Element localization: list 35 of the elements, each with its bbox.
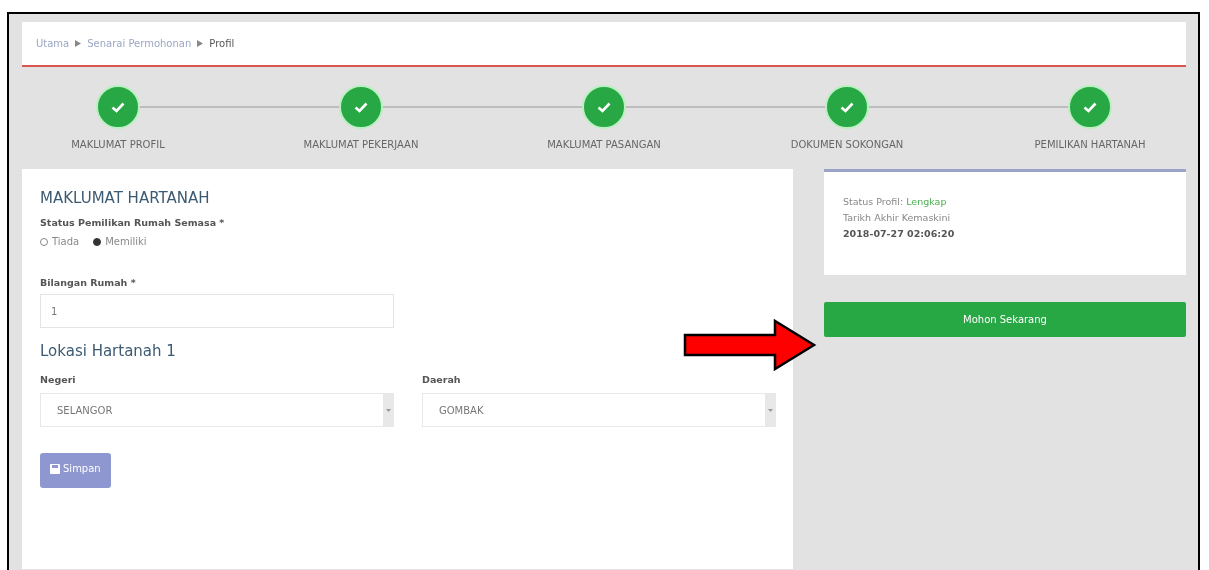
apply-button[interactable]: Mohon Sekarang [824,302,1186,337]
section-subtitle: Lokasi Hartanah 1 [40,342,176,360]
check-icon [1083,101,1097,113]
date-value: 2018-07-27 02:06:20 [843,228,956,239]
breadcrumb-link[interactable]: Profil [209,38,235,49]
house-count-field[interactable]: 1 [40,294,394,328]
select-field[interactable]: SELANGOR [40,393,394,427]
step-label: DOKUMEN SOKONGAN [790,139,904,150]
field-label: Daerah [422,374,462,385]
radio-label[interactable]: Tiada [52,236,80,247]
field-label: Negeri [40,374,77,385]
step-label: MAKLUMAT PASANGAN [547,139,661,150]
caret-icon [385,408,391,412]
date-label: Tarikh Akhir Kemaskini [843,212,952,223]
step-label: MAKLUMAT PROFIL [71,139,165,150]
check-icon [111,101,125,113]
check-icon [354,101,368,113]
check-icon [840,101,854,113]
select-field[interactable]: GOMBAK [422,393,776,427]
chevron-icon [197,40,204,47]
field-label: Bilangan Rumah * [40,277,136,288]
field-label: Status Pemilikan Rumah Semasa * [40,217,225,228]
check-icon [597,101,611,113]
section-title: MAKLUMAT HARTANAH [40,189,210,207]
breadcrumb-link[interactable]: Utama [36,38,70,49]
radio-button[interactable] [93,237,102,246]
step-label: MAKLUMAT PEKERJAAN [303,139,419,150]
save-button[interactable]: Simpan [40,453,111,488]
step-label: PEMILIKAN HARTANAH [1034,139,1146,150]
save-icon [50,463,60,474]
caret-icon [767,408,773,412]
profile-status-text: Status Profil: Lengkap [843,196,948,207]
chevron-icon [75,40,82,47]
breadcrumb-link[interactable]: Senarai Permohonan [87,38,192,49]
radio-label[interactable]: Memiliki [105,236,147,247]
